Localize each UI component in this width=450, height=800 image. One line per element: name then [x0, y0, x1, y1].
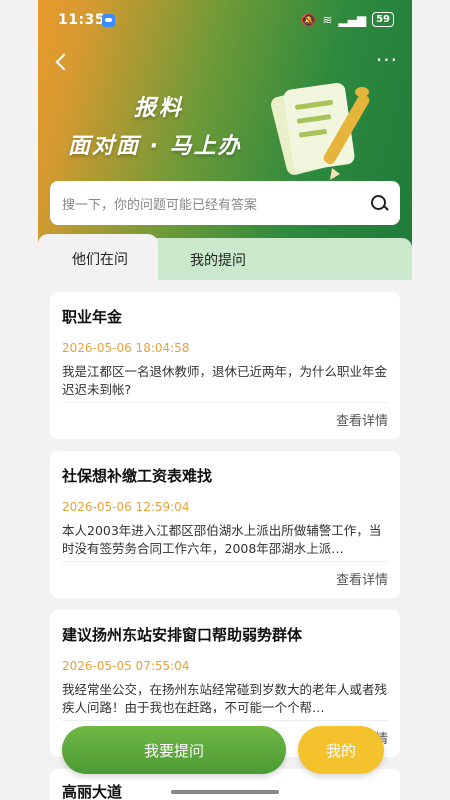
question-list: 职业年金 2026-05-06 18:04:58 我是江都区一名退休教师，退休已…: [50, 292, 400, 800]
ask-question-button[interactable]: 我要提问: [62, 726, 286, 774]
status-icons: 🔕 ≋ ▂▄▆ 59: [301, 12, 394, 27]
question-content: 我经常坐公交，在扬州东站经常碰到岁数大的老年人或者残疾人问路！由于我也在赶路，不…: [62, 682, 388, 715]
status-time: 11:35: [58, 12, 106, 28]
mine-button[interactable]: 我的: [298, 726, 384, 774]
tab-bar: 他们在问 我的提问: [38, 234, 412, 280]
question-card[interactable]: 社保想补缴工资表难找 2026-05-06 12:59:04 本人2003年进入…: [50, 451, 400, 598]
question-time: 2026-05-06 18:04:58: [62, 341, 190, 355]
view-detail-link[interactable]: 查看详情: [336, 569, 388, 588]
question-time: 2026-05-06 12:59:04: [62, 500, 190, 514]
question-title: 职业年金: [62, 308, 123, 326]
tab-my-questions[interactable]: [148, 238, 412, 280]
wifi-icon: ≋: [322, 12, 333, 27]
tab-my-questions-label[interactable]: 我的提问: [190, 250, 246, 270]
hero-title-line1: 报料: [134, 96, 185, 121]
back-icon[interactable]: [50, 50, 74, 74]
divider: [62, 720, 388, 721]
question-content: 我是江都区一名退休教师，退休已近两年，为什么职业年金迟迟未到帐?: [62, 364, 388, 397]
question-title: 社保想补缴工资表难找: [62, 467, 213, 485]
more-icon[interactable]: ···: [376, 50, 398, 70]
divider: [62, 561, 388, 562]
view-detail-link[interactable]: 查看详情: [336, 410, 388, 429]
signal-icon: ▂▄▆: [338, 12, 367, 27]
document-pen-illustration: [270, 82, 370, 180]
home-indicator[interactable]: [171, 790, 279, 794]
question-card[interactable]: 职业年金 2026-05-06 18:04:58 我是江都区一名退休教师，退休已…: [50, 292, 400, 439]
question-content: 本人2003年进入江都区邵伯湖水上派出所做辅警工作，当时没有签劳务合同工作六年，…: [62, 523, 382, 556]
mute-icon: 🔕: [301, 12, 317, 27]
question-time: 2026-05-05 07:55:04: [62, 659, 190, 673]
battery-icon: 59: [372, 12, 394, 27]
divider: [62, 402, 388, 403]
search-bar[interactable]: 搜一下，你的问题可能已经有答案: [50, 181, 400, 225]
app-screen: 11:35 🔕 ≋ ▂▄▆ 59 ··· 报料 面对面 · 马上办 搜一下，你的…: [38, 0, 412, 800]
tab-others-asking-label[interactable]: 他们在问: [72, 249, 128, 269]
status-bar: 11:35 🔕 ≋ ▂▄▆ 59: [38, 0, 412, 40]
hero-title-line2: 面对面 · 马上办: [68, 134, 242, 159]
question-title: 建议扬州东站安排窗口帮助弱势群体: [62, 626, 303, 644]
search-icon[interactable]: [370, 194, 388, 212]
chat-notification-icon: [102, 14, 115, 27]
header-banner: 11:35 🔕 ≋ ▂▄▆ 59 ··· 报料 面对面 · 马上办 搜一下，你的…: [38, 0, 412, 270]
search-input[interactable]: 搜一下，你的问题可能已经有答案: [62, 194, 370, 213]
hero-title: 报料 面对面 · 马上办: [68, 90, 242, 160]
